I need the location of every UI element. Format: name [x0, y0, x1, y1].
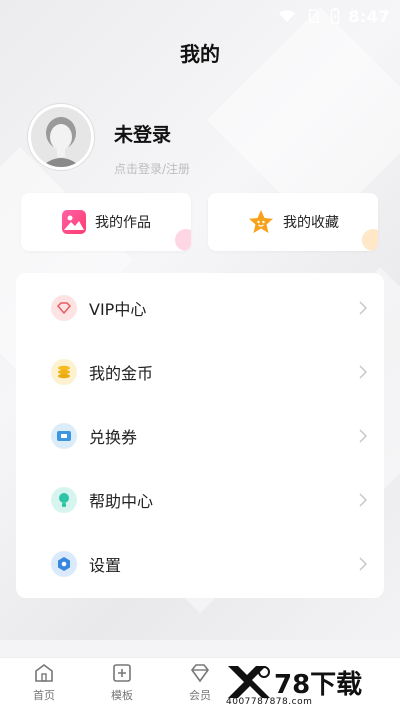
- my-favorites-button[interactable]: 我的收藏: [208, 193, 378, 251]
- watermark: 78下载 4007787878.com: [226, 664, 396, 711]
- menu-label: 我的金币: [89, 364, 154, 383]
- default-avatar-icon: [31, 107, 91, 167]
- login-hint[interactable]: 点击登录/注册: [114, 160, 190, 177]
- tab-label: 首页: [33, 689, 55, 702]
- tab-label: 模板: [111, 689, 133, 702]
- watermark-text: 78下载: [274, 670, 363, 700]
- chevron-right-icon: [359, 557, 368, 571]
- tab-home[interactable]: 首页: [14, 662, 74, 703]
- decor-blob: [362, 229, 378, 251]
- gallery-icon: [62, 210, 86, 234]
- coins-icon: [51, 359, 77, 385]
- my-works-label: 我的作品: [95, 215, 151, 231]
- status-bar: 8:47: [0, 0, 400, 32]
- menu-label: VIP中心: [89, 300, 147, 319]
- watermark-url: 4007787878.com: [226, 697, 313, 707]
- wifi-icon: [279, 10, 296, 23]
- coupon-icon: [51, 423, 77, 449]
- page-title: 我的: [180, 42, 220, 66]
- home-icon: [35, 664, 53, 682]
- settings-icon: [51, 551, 77, 577]
- menu-item-coins[interactable]: 我的金币: [16, 344, 384, 400]
- menu-label: 帮助中心: [89, 492, 154, 511]
- decor-blob: [175, 229, 191, 251]
- chevron-right-icon: [359, 301, 368, 315]
- menu-item-vip[interactable]: VIP中心: [16, 280, 384, 336]
- tab-member[interactable]: 会员: [170, 662, 230, 703]
- battery-icon: [330, 8, 340, 24]
- watermark-logo: [228, 666, 270, 698]
- chevron-right-icon: [359, 429, 368, 443]
- tab-template[interactable]: 模板: [92, 662, 152, 703]
- menu-label: 兑换券: [89, 428, 138, 447]
- menu-label: 设置: [89, 556, 122, 575]
- chevron-right-icon: [359, 493, 368, 507]
- settings-menu: VIP中心 我的金币 兑换券 帮助中心 设置: [16, 273, 384, 598]
- my-works-button[interactable]: 我的作品: [21, 193, 191, 251]
- chevron-right-icon: [359, 365, 368, 379]
- star-icon: [249, 210, 273, 233]
- profile-section[interactable]: 未登录 点击登录/注册: [28, 104, 190, 176]
- diamond-icon: [51, 295, 77, 321]
- my-favorites-label: 我的收藏: [283, 215, 339, 231]
- bulb-icon: [51, 487, 77, 513]
- template-icon: [113, 664, 131, 682]
- tab-label: 会员: [189, 689, 211, 702]
- menu-item-help[interactable]: 帮助中心: [16, 472, 384, 528]
- diamond-outline-icon: [190, 664, 210, 683]
- menu-item-coupon[interactable]: 兑换券: [16, 408, 384, 464]
- status-time: 8:47: [348, 6, 390, 26]
- avatar[interactable]: [28, 104, 94, 170]
- menu-item-settings[interactable]: 设置: [16, 536, 384, 592]
- sim-icon: [309, 9, 320, 23]
- login-status[interactable]: 未登录: [114, 120, 171, 147]
